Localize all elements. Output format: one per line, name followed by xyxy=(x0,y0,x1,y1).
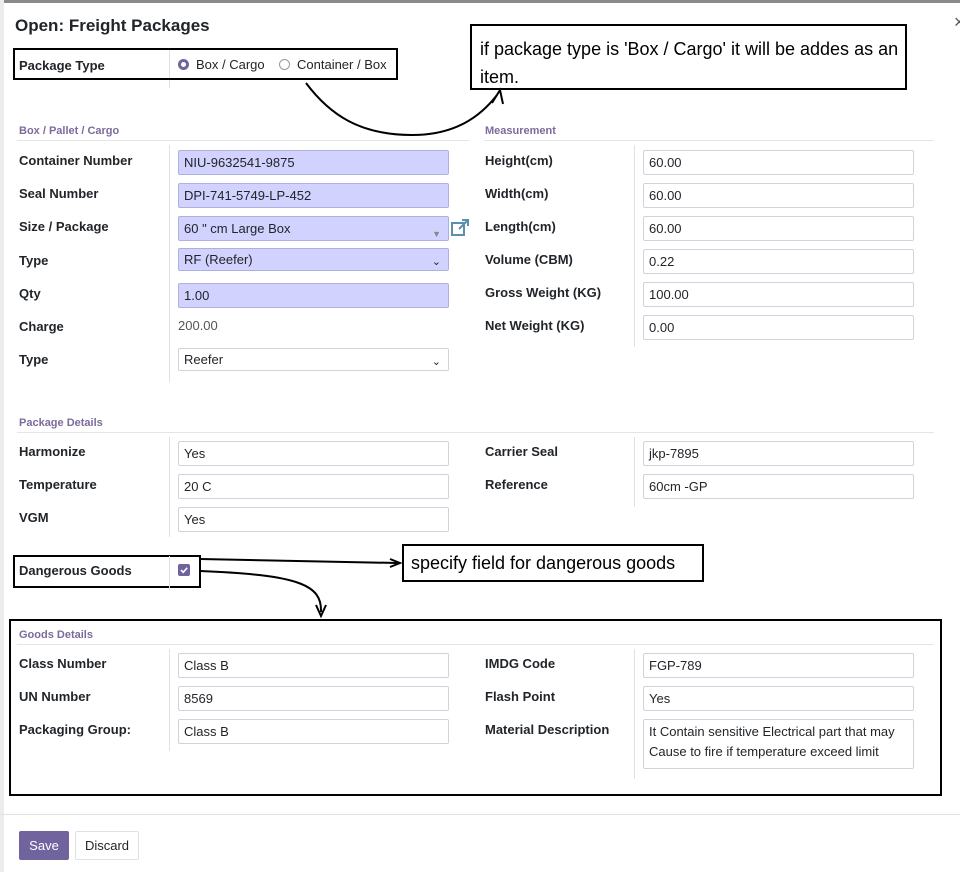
carrier-seal-label: Carrier Seal xyxy=(485,444,558,459)
footer-divider xyxy=(0,814,960,815)
imdg-code-label: IMDG Code xyxy=(485,656,556,671)
class-number-label: Class Number xyxy=(19,656,107,671)
length-label: Length(cm) xyxy=(485,219,556,234)
reference-input[interactable]: 60cm -GP xyxy=(643,474,914,499)
section-title-box-pallet: Box / Pallet / Cargo xyxy=(19,125,120,137)
gross-weight-input[interactable]: 100.00 xyxy=(643,282,914,307)
size-package-value: 60 " cm Large Box xyxy=(184,221,291,236)
charge-value: 200.00 xyxy=(178,318,218,333)
material-description-line-2: Cause to fire if temperature exceed limi… xyxy=(649,744,879,759)
type2-value: Reefer xyxy=(184,352,224,367)
section-rule xyxy=(17,140,469,141)
flash-point-input[interactable]: Yes xyxy=(643,686,914,711)
section-title-goods-details: Goods Details xyxy=(19,629,93,641)
divider xyxy=(169,145,170,382)
qty-label: Qty xyxy=(19,286,41,301)
seal-number-input[interactable]: DPI-741-5749-LP-452 xyxy=(178,183,449,208)
divider xyxy=(169,649,170,751)
size-package-label: Size / Package xyxy=(19,219,109,234)
discard-button[interactable]: Discard xyxy=(75,831,139,860)
section-rule xyxy=(484,140,934,141)
size-package-select[interactable]: 60 " cm Large Box ▼ xyxy=(178,216,449,241)
un-number-label: UN Number xyxy=(19,689,91,704)
vgm-input[interactable]: Yes xyxy=(178,507,449,532)
section-rule xyxy=(17,644,934,645)
divider xyxy=(169,556,170,590)
width-input[interactable]: 60.00 xyxy=(643,183,914,208)
arrow-curve-goods xyxy=(199,570,323,613)
arrow-head-package xyxy=(491,87,504,105)
qty-input[interactable]: 1.00 xyxy=(178,283,449,308)
height-input[interactable]: 60.00 xyxy=(643,150,914,175)
material-description-line-1: It Contain sensitive Electrical part tha… xyxy=(649,724,895,739)
arrow-line-dangerous-note xyxy=(199,558,398,564)
container-number-label: Container Number xyxy=(19,153,133,168)
volume-label: Volume (CBM) xyxy=(485,252,573,267)
section-title-measurement: Measurement xyxy=(485,125,556,137)
flash-point-label: Flash Point xyxy=(485,689,556,704)
chevron-down-icon: ⌄ xyxy=(431,356,441,368)
material-description-label: Material Description xyxy=(485,722,610,737)
gross-weight-label: Gross Weight (KG) xyxy=(485,285,602,300)
length-input[interactable]: 60.00 xyxy=(643,216,914,241)
divider xyxy=(634,145,635,347)
net-weight-label: Net Weight (KG) xyxy=(485,318,585,333)
divider xyxy=(169,437,170,537)
volume-input[interactable]: 0.22 xyxy=(643,249,914,274)
dangerous-goods-label: Dangerous Goods xyxy=(19,563,132,578)
net-weight-input[interactable]: 0.00 xyxy=(643,315,914,340)
divider xyxy=(634,649,635,779)
packaging-group-input[interactable]: Class B xyxy=(178,719,449,744)
dangerous-goods-checkbox[interactable] xyxy=(178,564,190,576)
seal-number-label: Seal Number xyxy=(19,186,99,201)
arrow-curve-package xyxy=(305,82,498,137)
type2-label: Type xyxy=(19,352,49,367)
section-rule xyxy=(17,432,934,433)
type2-select[interactable]: Reefer ⌄ xyxy=(178,348,449,371)
section-title-package-details: Package Details xyxy=(19,417,103,429)
chevron-down-icon: ⌄ xyxy=(431,256,441,268)
height-label: Height(cm) xyxy=(485,153,553,168)
charge-label: Charge xyxy=(19,319,64,334)
temperature-input[interactable]: 20 C xyxy=(178,474,449,499)
divider xyxy=(634,437,635,507)
harmonize-label: Harmonize xyxy=(19,444,86,459)
dropdown-caret-icon: ▼ xyxy=(432,229,441,239)
material-description-textarea[interactable]: It Contain sensitive Electrical part tha… xyxy=(643,719,914,769)
class-number-input[interactable]: Class B xyxy=(178,653,449,678)
vgm-label: VGM xyxy=(19,510,49,525)
imdg-code-input[interactable]: FGP-789 xyxy=(643,653,914,678)
checkbox-check-icon xyxy=(180,567,188,574)
harmonize-input[interactable]: Yes xyxy=(178,441,449,466)
annotation-dangerous-note: specify field for dangerous goods xyxy=(402,544,704,582)
type-value: RF (Reefer) xyxy=(184,252,253,267)
un-number-input[interactable]: 8569 xyxy=(178,686,449,711)
type-select[interactable]: RF (Reefer) ⌄ xyxy=(178,248,449,271)
reference-label: Reference xyxy=(485,477,548,492)
type-label: Type xyxy=(19,253,49,268)
save-button[interactable]: Save xyxy=(19,831,69,860)
temperature-label: Temperature xyxy=(19,477,97,492)
packaging-group-label: Packaging Group: xyxy=(19,722,131,737)
container-number-input[interactable]: NIU-9632541-9875 xyxy=(178,150,449,175)
carrier-seal-input[interactable]: jkp-7895 xyxy=(643,441,914,466)
annotation-dangerous-note-text: specify field for dangerous goods xyxy=(411,553,676,573)
external-link-icon[interactable] xyxy=(451,219,470,237)
width-label: Width(cm) xyxy=(485,186,549,201)
